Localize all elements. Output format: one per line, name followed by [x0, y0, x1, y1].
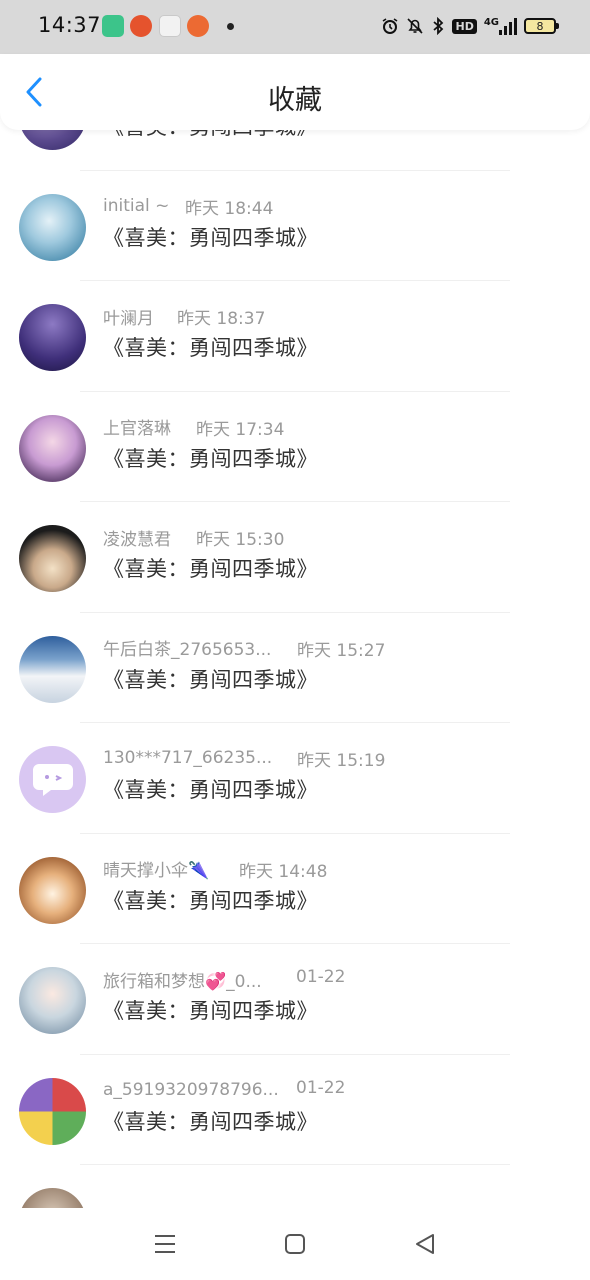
- system-nav-bar: [0, 1208, 590, 1280]
- list-item[interactable]: 《喜美：勇闯四季城》: [0, 128, 590, 171]
- user-name: 凌波慧君: [103, 529, 171, 550]
- home-button[interactable]: [275, 1224, 315, 1264]
- avatar: [19, 414, 86, 482]
- item-time: 01-22: [296, 1077, 346, 1098]
- item-title: 《喜美：勇闯四季城》: [103, 999, 318, 1023]
- user-name: 上官落琳: [103, 419, 171, 439]
- item-title: 《喜美：勇闯四季城》: [103, 446, 318, 471]
- item-title: 《喜美：勇闯四季城》: [103, 225, 318, 250]
- item-title: 《喜美：勇闯四季城》: [103, 667, 318, 692]
- item-time: 昨天 15:30: [196, 530, 285, 550]
- item-meta: 130***717_66235... 昨天 15:19: [103, 746, 385, 771]
- item-time: 昨天 18:44: [185, 198, 274, 219]
- app-notification-icon: [159, 15, 181, 37]
- app-notification-icon: [130, 15, 152, 37]
- home-square-icon: [285, 1234, 305, 1254]
- favorites-list[interactable]: 《喜美：勇闯四季城》 initial ~ 昨天 18:44 《喜美：勇闯四季城》…: [0, 128, 590, 1208]
- item-meta: 旅行箱和梦想💞_0... 01-22: [103, 967, 345, 992]
- user-name: 130***717_66235...: [103, 748, 273, 768]
- user-name: a_5919320978796...: [103, 1079, 279, 1100]
- item-title: 《喜美：勇闯四季城》: [103, 1109, 318, 1134]
- bluetooth-icon: [431, 14, 445, 38]
- avatar: [19, 1188, 86, 1208]
- list-item[interactable]: 晴天撑小伞🌂 昨天 14:48 《喜美：勇闯四季城》: [0, 834, 590, 945]
- avatar: [19, 967, 86, 1034]
- avatar: [19, 193, 86, 261]
- list-item[interactable]: 午后白茶_2765653... 昨天 15:27 《喜美：勇闯四季城》: [0, 613, 590, 724]
- avatar: [19, 635, 86, 703]
- avatar: [19, 304, 86, 371]
- status-bar: 14:37 HD 4G 8: [0, 0, 590, 54]
- chat-bubble-icon: [32, 763, 73, 796]
- list-item[interactable]: 叶澜月 昨天 18:37 《喜美：勇闯四季城》: [0, 281, 590, 392]
- hd-badge: HD: [452, 18, 477, 34]
- user-name: 午后白茶_2765653...: [103, 640, 272, 660]
- item-meta: 午后白茶_2765653... 昨天 15:27: [103, 636, 385, 661]
- item-meta: 晴天撑小伞🌂 昨天 14:48: [103, 857, 327, 882]
- list-item[interactable]: 旅行箱和梦想💞_0... 01-22 《喜美：勇闯四季城》: [0, 944, 590, 1055]
- menu-icon: [155, 1235, 175, 1253]
- back-nav-button[interactable]: [405, 1224, 445, 1264]
- battery-icon: 8: [524, 18, 559, 34]
- item-title: 《喜美：勇闯四季城》: [103, 888, 318, 913]
- avatar: [19, 128, 86, 150]
- user-name: 晴天撑小伞🌂: [103, 861, 210, 881]
- list-item[interactable]: 凌波慧君 昨天 15:30 《喜美：勇闯四季城》: [0, 502, 590, 613]
- item-time: 昨天 15:19: [297, 751, 386, 771]
- menu-button[interactable]: [145, 1224, 185, 1264]
- item-meta: a_5919320978796... 01-22: [103, 1078, 345, 1102]
- user-name: 叶澜月: [103, 308, 154, 329]
- avatar: [19, 746, 86, 813]
- item-title: 《喜美：勇闯四季城》: [103, 778, 318, 802]
- app-notification-icon: [102, 15, 124, 37]
- list-item[interactable]: 130***717_66235... 昨天 15:19 《喜美：勇闯四季城》: [0, 723, 590, 834]
- user-name: 旅行箱和梦想💞_0...: [103, 971, 262, 992]
- status-icons: HD 4G 8: [381, 14, 559, 38]
- item-title: 《喜美：勇闯四季城》: [103, 557, 318, 581]
- user-name: initial ~: [103, 195, 170, 216]
- avatar: [19, 525, 86, 592]
- more-notifications-dot: [227, 23, 234, 30]
- item-time: 昨天 14:48: [239, 861, 328, 882]
- list-item[interactable]: 上官落琳 昨天 17:34 《喜美：勇闯四季城》: [0, 392, 590, 503]
- item-title: 《喜美：勇闯四季城》: [103, 336, 318, 360]
- back-triangle-icon: [416, 1234, 434, 1254]
- app-notification-icon: [187, 15, 209, 37]
- item-meta: initial ~ 昨天 18:44: [103, 194, 273, 219]
- list-item[interactable]: initial ~ 昨天 18:44 《喜美：勇闯四季城》: [0, 171, 590, 282]
- avatar: [19, 856, 86, 924]
- item-time: 昨天 15:27: [297, 640, 386, 661]
- item-time: 昨天 17:34: [196, 419, 285, 440]
- item-time: 昨天 18:37: [177, 309, 266, 329]
- alarm-icon: [381, 14, 399, 38]
- list-item[interactable]: a_5919320978796... 01-22 《喜美：勇闯四季城》: [0, 1055, 590, 1166]
- page-title: 收藏: [268, 85, 322, 116]
- cell-signal-icon: 4G: [484, 17, 517, 35]
- avatar: [19, 1077, 86, 1145]
- item-meta: 凌波慧君 昨天 15:30: [103, 525, 284, 551]
- item-meta: 上官落琳 昨天 17:34: [103, 415, 284, 440]
- header: 收藏: [0, 54, 590, 130]
- mute-bell-icon: [406, 14, 424, 38]
- status-time: 14:37: [38, 13, 102, 37]
- item-meta: 叶澜月 昨天 18:37: [103, 304, 265, 330]
- network-type: 4G: [483, 17, 499, 28]
- item-time: 01-22: [296, 967, 346, 987]
- list-item[interactable]: [0, 1165, 590, 1208]
